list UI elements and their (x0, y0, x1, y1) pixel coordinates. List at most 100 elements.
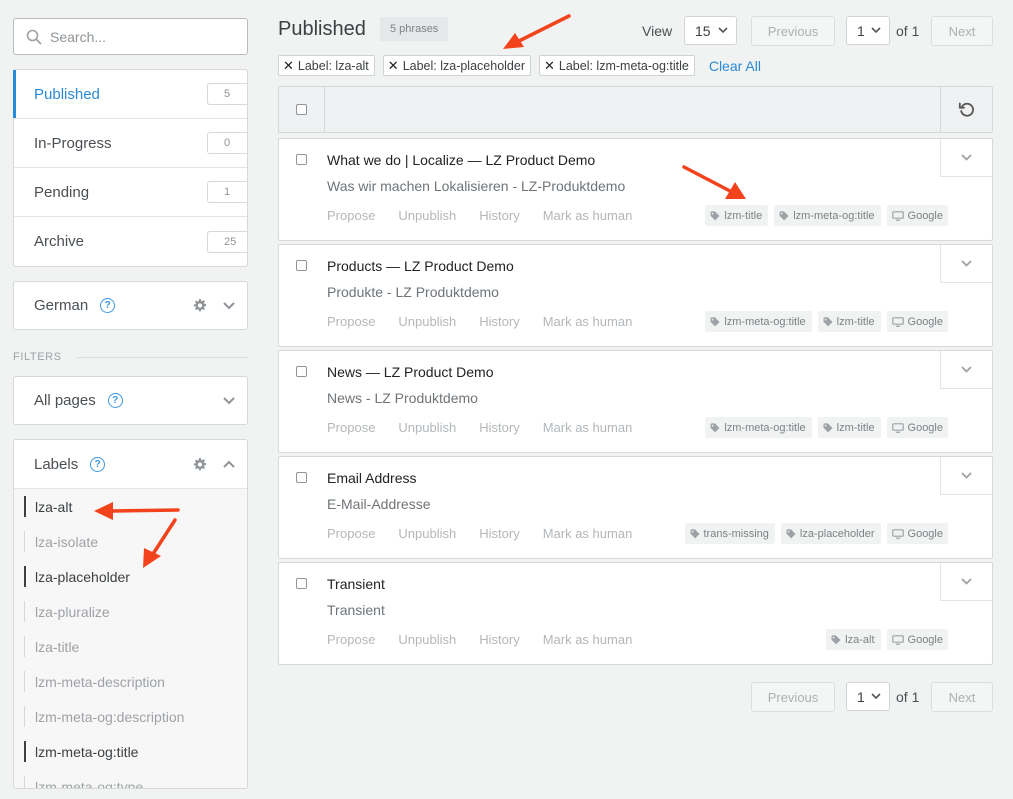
pages-filter[interactable]: All pages ? (13, 376, 248, 425)
filter-chip[interactable]: ✕ Label: lza-alt (278, 55, 375, 76)
help-icon[interactable]: ? (107, 393, 123, 408)
page-size-select[interactable]: 15 (684, 16, 737, 45)
help-icon[interactable]: ? (90, 456, 106, 472)
footer-page-select[interactable]: 1 (846, 682, 890, 711)
search-box[interactable] (13, 18, 248, 55)
action-history[interactable]: History (479, 208, 519, 223)
label-item-lzm-meta-description[interactable]: lzm-meta-description (14, 664, 247, 699)
machine-label: Google (907, 633, 943, 646)
label-tag-text: lzm-meta-og:title (793, 209, 875, 222)
action-history[interactable]: History (479, 420, 519, 435)
action-mark-as-human[interactable]: Mark as human (543, 632, 633, 647)
label-item-lza-pluralize[interactable]: lza-pluralize (14, 594, 247, 629)
machine-translation-badge: Google (886, 417, 948, 438)
label-item-lzm-meta-og-description[interactable]: lzm-meta-og:description (14, 699, 247, 734)
tag-icon (779, 210, 789, 220)
remove-icon[interactable]: ✕ (544, 58, 555, 74)
filter-chip[interactable]: ✕ Label: lzm-meta-og:title (539, 55, 695, 76)
label-item-lza-alt[interactable]: lza-alt (14, 489, 247, 524)
next-button[interactable]: Next (931, 16, 993, 46)
phrase-row[interactable]: Email Address E-Mail-Addresse Propose Unpub… (278, 456, 993, 559)
expand-button[interactable] (940, 563, 992, 601)
label-tag[interactable]: lzm-meta-og:title (774, 205, 881, 226)
footer-next-button[interactable]: Next (931, 682, 993, 712)
action-propose[interactable]: Propose (327, 632, 375, 647)
status-item-pending[interactable]: Pending 1 (14, 168, 247, 217)
expand-button[interactable] (940, 351, 992, 389)
search-input[interactable] (50, 28, 220, 45)
phrase-row[interactable]: Products — LZ Product Demo Produkte - LZ … (278, 244, 993, 347)
phrase-checkbox[interactable] (296, 366, 307, 377)
page-value: 1 (857, 688, 865, 705)
label-tag-text: lza-placeholder (799, 527, 875, 540)
phrase-row[interactable]: Transient Transient Propose Unpublish Histor… (278, 562, 993, 665)
gear-icon[interactable] (192, 457, 207, 472)
phrase-checkbox[interactable] (296, 154, 307, 165)
phrase-row[interactable]: News — LZ Product Demo News - LZ Produktd… (278, 350, 993, 453)
expand-button[interactable] (940, 245, 992, 283)
action-unpublish[interactable]: Unpublish (398, 526, 456, 541)
status-item-published[interactable]: Published 5 (13, 70, 247, 119)
chevron-down-icon (961, 578, 972, 585)
action-propose[interactable]: Propose (327, 420, 375, 435)
action-mark-as-human[interactable]: Mark as human (543, 526, 633, 541)
action-unpublish[interactable]: Unpublish (398, 632, 456, 647)
remove-icon[interactable]: ✕ (283, 58, 294, 74)
phrase-actions: Propose Unpublish History Mark as human (327, 632, 655, 647)
labels-header[interactable]: Labels ? (14, 440, 247, 489)
source-text: What we do | Localize — LZ Product Demo (327, 152, 596, 168)
label-item-lza-placeholder[interactable]: lza-placeholder (14, 559, 247, 594)
action-history[interactable]: History (479, 526, 519, 541)
translation-text: E-Mail-Addresse (327, 496, 431, 512)
action-propose[interactable]: Propose (327, 314, 375, 329)
status-item-in-progress[interactable]: In-Progress 0 (14, 119, 247, 168)
label-tag[interactable]: lza-alt (826, 629, 881, 650)
status-item-archive[interactable]: Archive 25 (14, 217, 247, 266)
monitor-icon (891, 528, 904, 539)
action-mark-as-human[interactable]: Mark as human (543, 208, 633, 223)
label-tag[interactable]: lzm-title (817, 311, 881, 332)
help-icon[interactable]: ? (100, 298, 116, 313)
action-history[interactable]: History (479, 314, 519, 329)
pages-filter-label: All pages (34, 392, 96, 409)
page-select[interactable]: 1 (846, 16, 890, 45)
label-tag-text: trans-missing (703, 527, 769, 540)
phrase-checkbox[interactable] (296, 472, 307, 483)
previous-button[interactable]: Previous (751, 16, 835, 46)
label-tag[interactable]: lzm-meta-og:title (705, 311, 812, 332)
phrase-checkbox[interactable] (296, 578, 307, 589)
action-unpublish[interactable]: Unpublish (398, 208, 456, 223)
label-tag[interactable]: lza-placeholder (780, 523, 881, 544)
phrase-row[interactable]: What we do | Localize — LZ Product Demo W… (278, 138, 993, 241)
label-item-lzm-meta-og-type[interactable]: lzm-meta-og:type (14, 769, 247, 788)
clear-all-link[interactable]: Clear All (709, 58, 761, 74)
undo-icon[interactable] (958, 101, 976, 119)
remove-icon[interactable]: ✕ (388, 58, 399, 74)
filter-chip[interactable]: ✕ Label: lza-placeholder (382, 55, 531, 76)
search-icon (26, 29, 42, 44)
expand-button[interactable] (940, 457, 992, 495)
action-propose[interactable]: Propose (327, 526, 375, 541)
label-item-lza-title[interactable]: lza-title (14, 629, 247, 664)
labels-panel: Labels ? lza-alt lza-isolate lza-placeho… (13, 439, 248, 789)
action-mark-as-human[interactable]: Mark as human (543, 314, 633, 329)
phrase-checkbox[interactable] (296, 260, 307, 271)
footer-previous-button[interactable]: Previous (751, 682, 835, 712)
label-item-lza-isolate[interactable]: lza-isolate (14, 524, 247, 559)
action-unpublish[interactable]: Unpublish (398, 314, 456, 329)
label-tag[interactable]: trans-missing (684, 523, 775, 544)
label-tag[interactable]: lzm-title (817, 417, 881, 438)
gear-icon[interactable] (192, 298, 207, 313)
label-tag[interactable]: lzm-title (705, 205, 769, 226)
action-history[interactable]: History (479, 632, 519, 647)
label-item-lzm-meta-og-title[interactable]: lzm-meta-og:title (14, 734, 247, 769)
filter-chip-label: Label: lzm-meta-og:title (558, 58, 689, 73)
action-mark-as-human[interactable]: Mark as human (543, 420, 633, 435)
expand-button[interactable] (940, 139, 992, 177)
language-selector[interactable]: German ? (13, 281, 248, 330)
label-tag[interactable]: lzm-meta-og:title (705, 417, 812, 438)
action-propose[interactable]: Propose (327, 208, 375, 223)
source-text: Products — LZ Product Demo (327, 258, 514, 274)
select-all-checkbox[interactable] (296, 104, 307, 115)
action-unpublish[interactable]: Unpublish (398, 420, 456, 435)
